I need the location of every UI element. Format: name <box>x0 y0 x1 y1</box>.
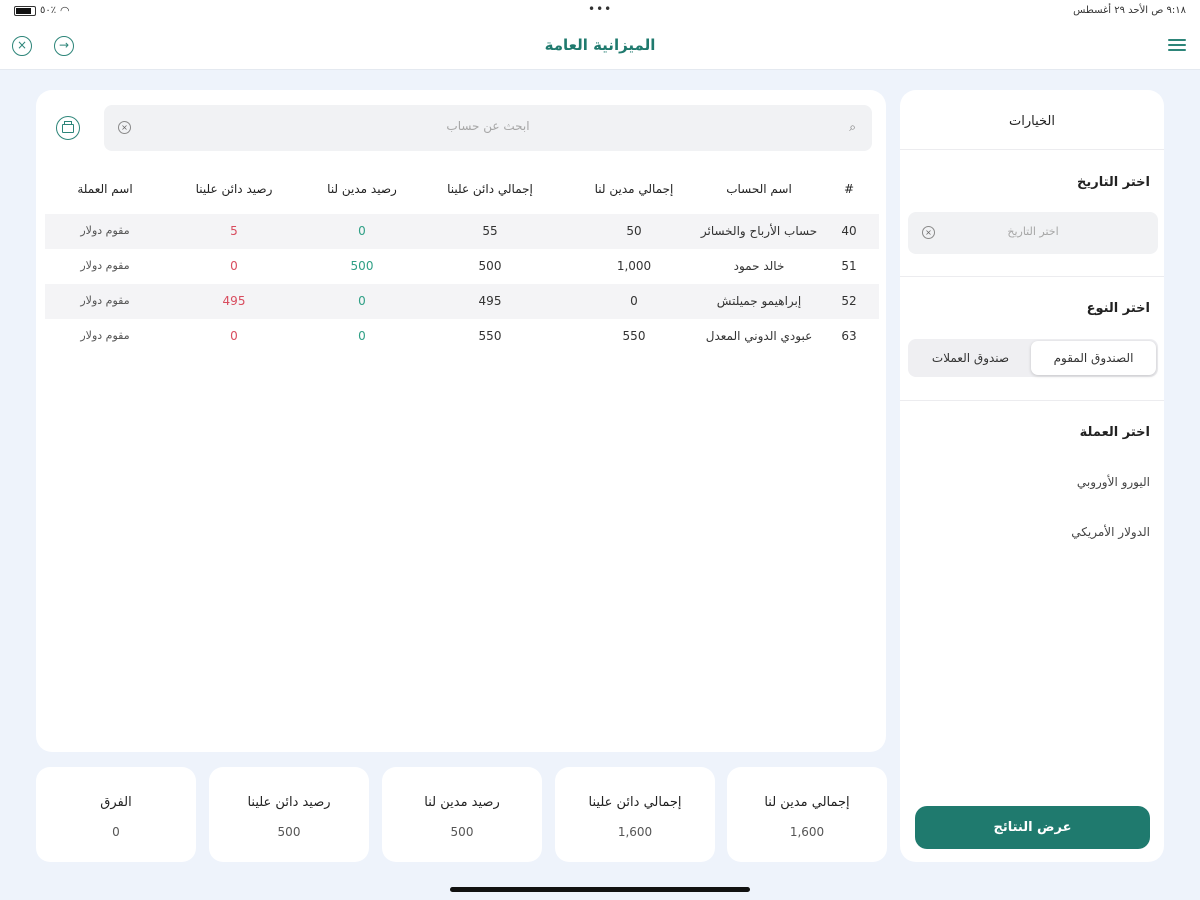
search-input[interactable]: × ابحث عن حساب ⌕ <box>104 105 872 151</box>
header-credit-balance: رصيد دائن علينا <box>195 182 273 196</box>
row-currency: مقوم دولار <box>80 329 130 342</box>
summary-value: 0 <box>112 825 120 839</box>
row-credit-balance: 0 <box>230 259 238 273</box>
divider <box>900 400 1164 401</box>
page-title: الميزانية العامة <box>544 36 656 54</box>
summary-label: إجمالي دائن علينا <box>588 795 682 810</box>
summary-value: 500 <box>450 825 474 839</box>
options-panel: الخيارات اختر التاريخ × اختر التاريخ اخت… <box>900 90 1164 862</box>
row-debit-balance: 0 <box>358 329 366 343</box>
home-indicator <box>450 887 750 892</box>
table-row[interactable]: مقوم دولار 495 0 495 0 إبراهيمو جميلتش 5… <box>45 284 879 319</box>
row-total-credit: 495 <box>478 294 502 308</box>
summary-label: الفرق <box>100 795 132 810</box>
row-total-credit: 550 <box>478 329 502 343</box>
multitask-dots[interactable]: ••• <box>588 2 612 16</box>
summary-debit-balance-card: رصيد مدين لنا 500 <box>382 767 542 862</box>
row-number: 52 <box>841 294 857 308</box>
summary-label: رصيد دائن علينا <box>247 795 331 810</box>
row-number: 51 <box>841 259 857 273</box>
search-icon: ⌕ <box>849 120 856 134</box>
table-header: اسم العملة رصيد دائن علينا رصيد مدين لنا… <box>45 182 879 202</box>
row-credit-balance: 495 <box>222 294 246 308</box>
row-currency: مقوم دولار <box>80 259 130 272</box>
search-placeholder: ابحث عن حساب <box>446 119 530 133</box>
battery-icon <box>14 6 36 16</box>
row-number: 63 <box>841 329 857 343</box>
header-number: # <box>843 182 855 196</box>
header-total-credit: إجمالي دائن علينا <box>447 182 533 196</box>
header-debit-balance: رصيد مدين لنا <box>327 182 397 196</box>
summary-label: إجمالي مدين لنا <box>764 795 850 810</box>
row-currency: مقوم دولار <box>80 294 130 307</box>
summary-total-debit-card: إجمالي مدين لنا 1,600 <box>727 767 887 862</box>
type-option-currencies-box[interactable]: صندوق العملات <box>908 339 1033 377</box>
type-section-title: اختر النوع <box>1086 301 1150 316</box>
divider <box>900 149 1164 150</box>
wifi-icon: ◠ <box>60 4 70 17</box>
row-debit-balance: 0 <box>358 294 366 308</box>
divider <box>900 276 1164 277</box>
summary-value: 1,600 <box>617 825 653 839</box>
show-results-button[interactable]: عرض النتائج <box>915 806 1150 849</box>
header-currency: اسم العملة <box>77 182 133 196</box>
table-row[interactable]: مقوم دولار 0 0 550 550 عبودي الدوني المع… <box>45 319 879 354</box>
app-header: × → الميزانية العامة <box>0 22 1200 70</box>
row-currency: مقوم دولار <box>80 224 130 237</box>
row-debit-balance: 500 <box>350 259 374 273</box>
date-picker-field[interactable]: × اختر التاريخ <box>908 212 1158 254</box>
options-title: الخيارات <box>1009 114 1055 129</box>
currency-section-title: اختر العملة <box>1079 425 1150 440</box>
print-icon[interactable] <box>56 116 80 140</box>
date-placeholder: اختر التاريخ <box>1007 225 1059 238</box>
table-row[interactable]: مقوم دولار 5 0 55 50 حساب الأرباح والخسا… <box>45 214 879 249</box>
table-row[interactable]: مقوم دولار 0 500 500 1,000 خالد حمود 51 <box>45 249 879 284</box>
row-total-credit: 500 <box>478 259 502 273</box>
summary-credit-balance-card: رصيد دائن علينا 500 <box>209 767 369 862</box>
summary-total-credit-card: إجمالي دائن علينا 1,600 <box>555 767 715 862</box>
row-total-credit: 55 <box>482 224 498 238</box>
menu-icon[interactable] <box>1168 39 1186 53</box>
summary-value: 500 <box>277 825 301 839</box>
type-segmented-control: صندوق العملات الصندوق المقوم <box>908 339 1158 377</box>
currency-option-euro[interactable]: اليورو الأوروبي <box>1077 475 1150 489</box>
status-datetime: ٩:١٨ ص الأحد ٢٩ أغسطس <box>1073 5 1186 16</box>
currency-option-dollar[interactable]: الدولار الأمريكي <box>1071 525 1150 539</box>
row-debit-balance: 0 <box>358 224 366 238</box>
status-bar: ٥٠٪ ◠ ••• ٩:١٨ ص الأحد ٢٩ أغسطس <box>0 0 1200 22</box>
summary-value: 1,600 <box>789 825 825 839</box>
row-credit-balance: 0 <box>230 329 238 343</box>
row-credit-balance: 5 <box>230 224 238 238</box>
type-option-valued-box[interactable]: الصندوق المقوم <box>1031 341 1156 375</box>
date-section-title: اختر التاريخ <box>1076 175 1150 190</box>
accounts-table-card: × ابحث عن حساب ⌕ اسم العملة رصيد دائن عل… <box>36 90 886 752</box>
summary-difference-card: الفرق 0 <box>36 767 196 862</box>
summary-label: رصيد مدين لنا <box>424 795 500 810</box>
battery-percent: ٥٠٪ <box>40 5 57 16</box>
row-number: 40 <box>841 224 857 238</box>
